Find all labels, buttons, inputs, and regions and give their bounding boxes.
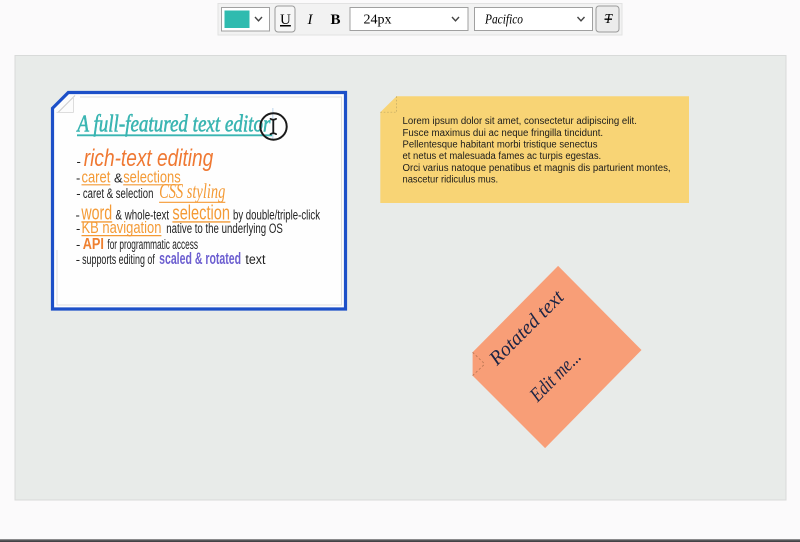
svg-text:caret & selection: caret & selection xyxy=(83,186,153,201)
svg-text:Pellentesque habitant morbi tr: Pellentesque habitant morbi tristique se… xyxy=(403,140,598,151)
svg-text:-: - xyxy=(76,252,80,267)
svg-text:U: U xyxy=(280,12,291,28)
svg-text:nascetur ridiculus mus.: nascetur ridiculus mus. xyxy=(403,174,499,185)
svg-text:CSS styling: CSS styling xyxy=(159,179,225,203)
svg-text:-: - xyxy=(76,186,80,201)
svg-text:24px: 24px xyxy=(364,13,392,28)
svg-text:-: - xyxy=(76,207,80,222)
svg-text:KB navigation: KB navigation xyxy=(82,219,162,237)
svg-text:et netus et malesuada fames ac: et netus et malesuada fames ac turpis eg… xyxy=(403,151,602,162)
svg-text:&: & xyxy=(114,170,123,185)
svg-text:supports editing of: supports editing of xyxy=(82,252,155,267)
svg-text:-: - xyxy=(76,170,80,185)
svg-text:Lorem ipsum dolor sit amet, co: Lorem ipsum dolor sit amet, consectetur … xyxy=(403,116,637,127)
svg-text:API: API xyxy=(83,236,104,253)
svg-text:B: B xyxy=(331,12,341,28)
svg-text:-: - xyxy=(76,237,80,252)
svg-text:scaled & rotated: scaled & rotated xyxy=(159,249,241,268)
svg-text:Pacifico: Pacifico xyxy=(484,13,523,28)
svg-text:by double/triple-click: by double/triple-click xyxy=(233,207,320,222)
svg-text:text: text xyxy=(245,252,265,267)
svg-text:A full-featured text editor: A full-featured text editor xyxy=(76,111,271,137)
svg-text:-: - xyxy=(76,221,80,236)
svg-text:caret: caret xyxy=(82,167,111,186)
svg-text:Fusce maximus dui ac neque fri: Fusce maximus dui ac neque fringilla tin… xyxy=(403,128,604,139)
svg-text:-: - xyxy=(77,154,81,169)
svg-text:I: I xyxy=(307,12,314,28)
svg-text:Orci varius natoque penatibus: Orci varius natoque penatibus et magnis … xyxy=(403,163,671,174)
svg-text:native to the underlying OS: native to the underlying OS xyxy=(166,221,282,236)
